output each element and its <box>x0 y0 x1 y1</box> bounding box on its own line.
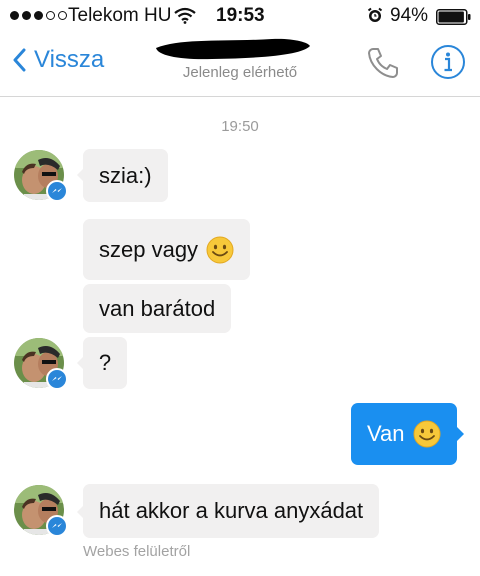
incoming-message-bubble: szep vagy <box>83 219 251 280</box>
battery-percentage: 94% <box>390 5 429 26</box>
carrier-name: Telekom HU <box>68 5 172 26</box>
message-text: ? <box>98 350 112 375</box>
incoming-message-bubble: van barátod <box>83 284 232 333</box>
smiling-face-icon <box>206 236 234 263</box>
status-bar: Telekom HU 19:53 94% <box>0 0 480 32</box>
signal-dot <box>46 11 55 20</box>
phone-icon <box>368 48 398 78</box>
battery-icon <box>436 9 472 31</box>
info-button[interactable] <box>430 44 466 85</box>
messenger-badge-icon <box>46 368 68 390</box>
messenger-badge-icon <box>46 515 68 537</box>
message-text: szep vagy <box>99 236 199 262</box>
message-text: hát akkor a kurva anyxádat <box>99 498 364 523</box>
bubble-tail <box>456 427 464 441</box>
info-icon <box>431 45 465 79</box>
smiling-face-icon <box>413 420 441 448</box>
incoming-message-bubble: hát akkor a kurva anyxádat <box>77 484 380 538</box>
message-timestamp: 19:50 <box>221 118 259 135</box>
wifi-icon <box>174 7 196 30</box>
message-text: Van <box>367 421 405 446</box>
messenger-badge-icon <box>46 180 68 202</box>
contact-avatar[interactable] <box>14 485 68 537</box>
signal-dot <box>58 11 67 20</box>
signal-dot <box>22 11 31 20</box>
incoming-message-bubble: ? <box>77 337 127 389</box>
contact-status: Jelenleg elérhető <box>182 64 298 81</box>
bubble-tail <box>77 169 83 181</box>
message-text: szia:) <box>99 162 152 188</box>
bubble-tail <box>77 506 83 518</box>
redacted-contact-name <box>156 38 310 60</box>
signal-strength-icon <box>10 11 67 20</box>
incoming-message-bubble: szia:) <box>77 149 168 202</box>
outgoing-message-bubble: Van <box>351 403 464 465</box>
contact-avatar[interactable] <box>14 338 68 390</box>
bubble-tail <box>77 357 83 369</box>
message-source-label: Webes felületről <box>83 543 191 560</box>
contact-avatar[interactable] <box>14 150 68 202</box>
call-button[interactable] <box>364 44 402 87</box>
navigation-bar: Vissza Jelenleg elérhető <box>0 32 480 97</box>
signal-dot <box>34 11 43 20</box>
alarm-clock-icon <box>367 7 383 29</box>
signal-dot <box>10 11 19 20</box>
status-time: 19:53 <box>216 5 265 26</box>
message-text: van barátod <box>99 295 216 321</box>
